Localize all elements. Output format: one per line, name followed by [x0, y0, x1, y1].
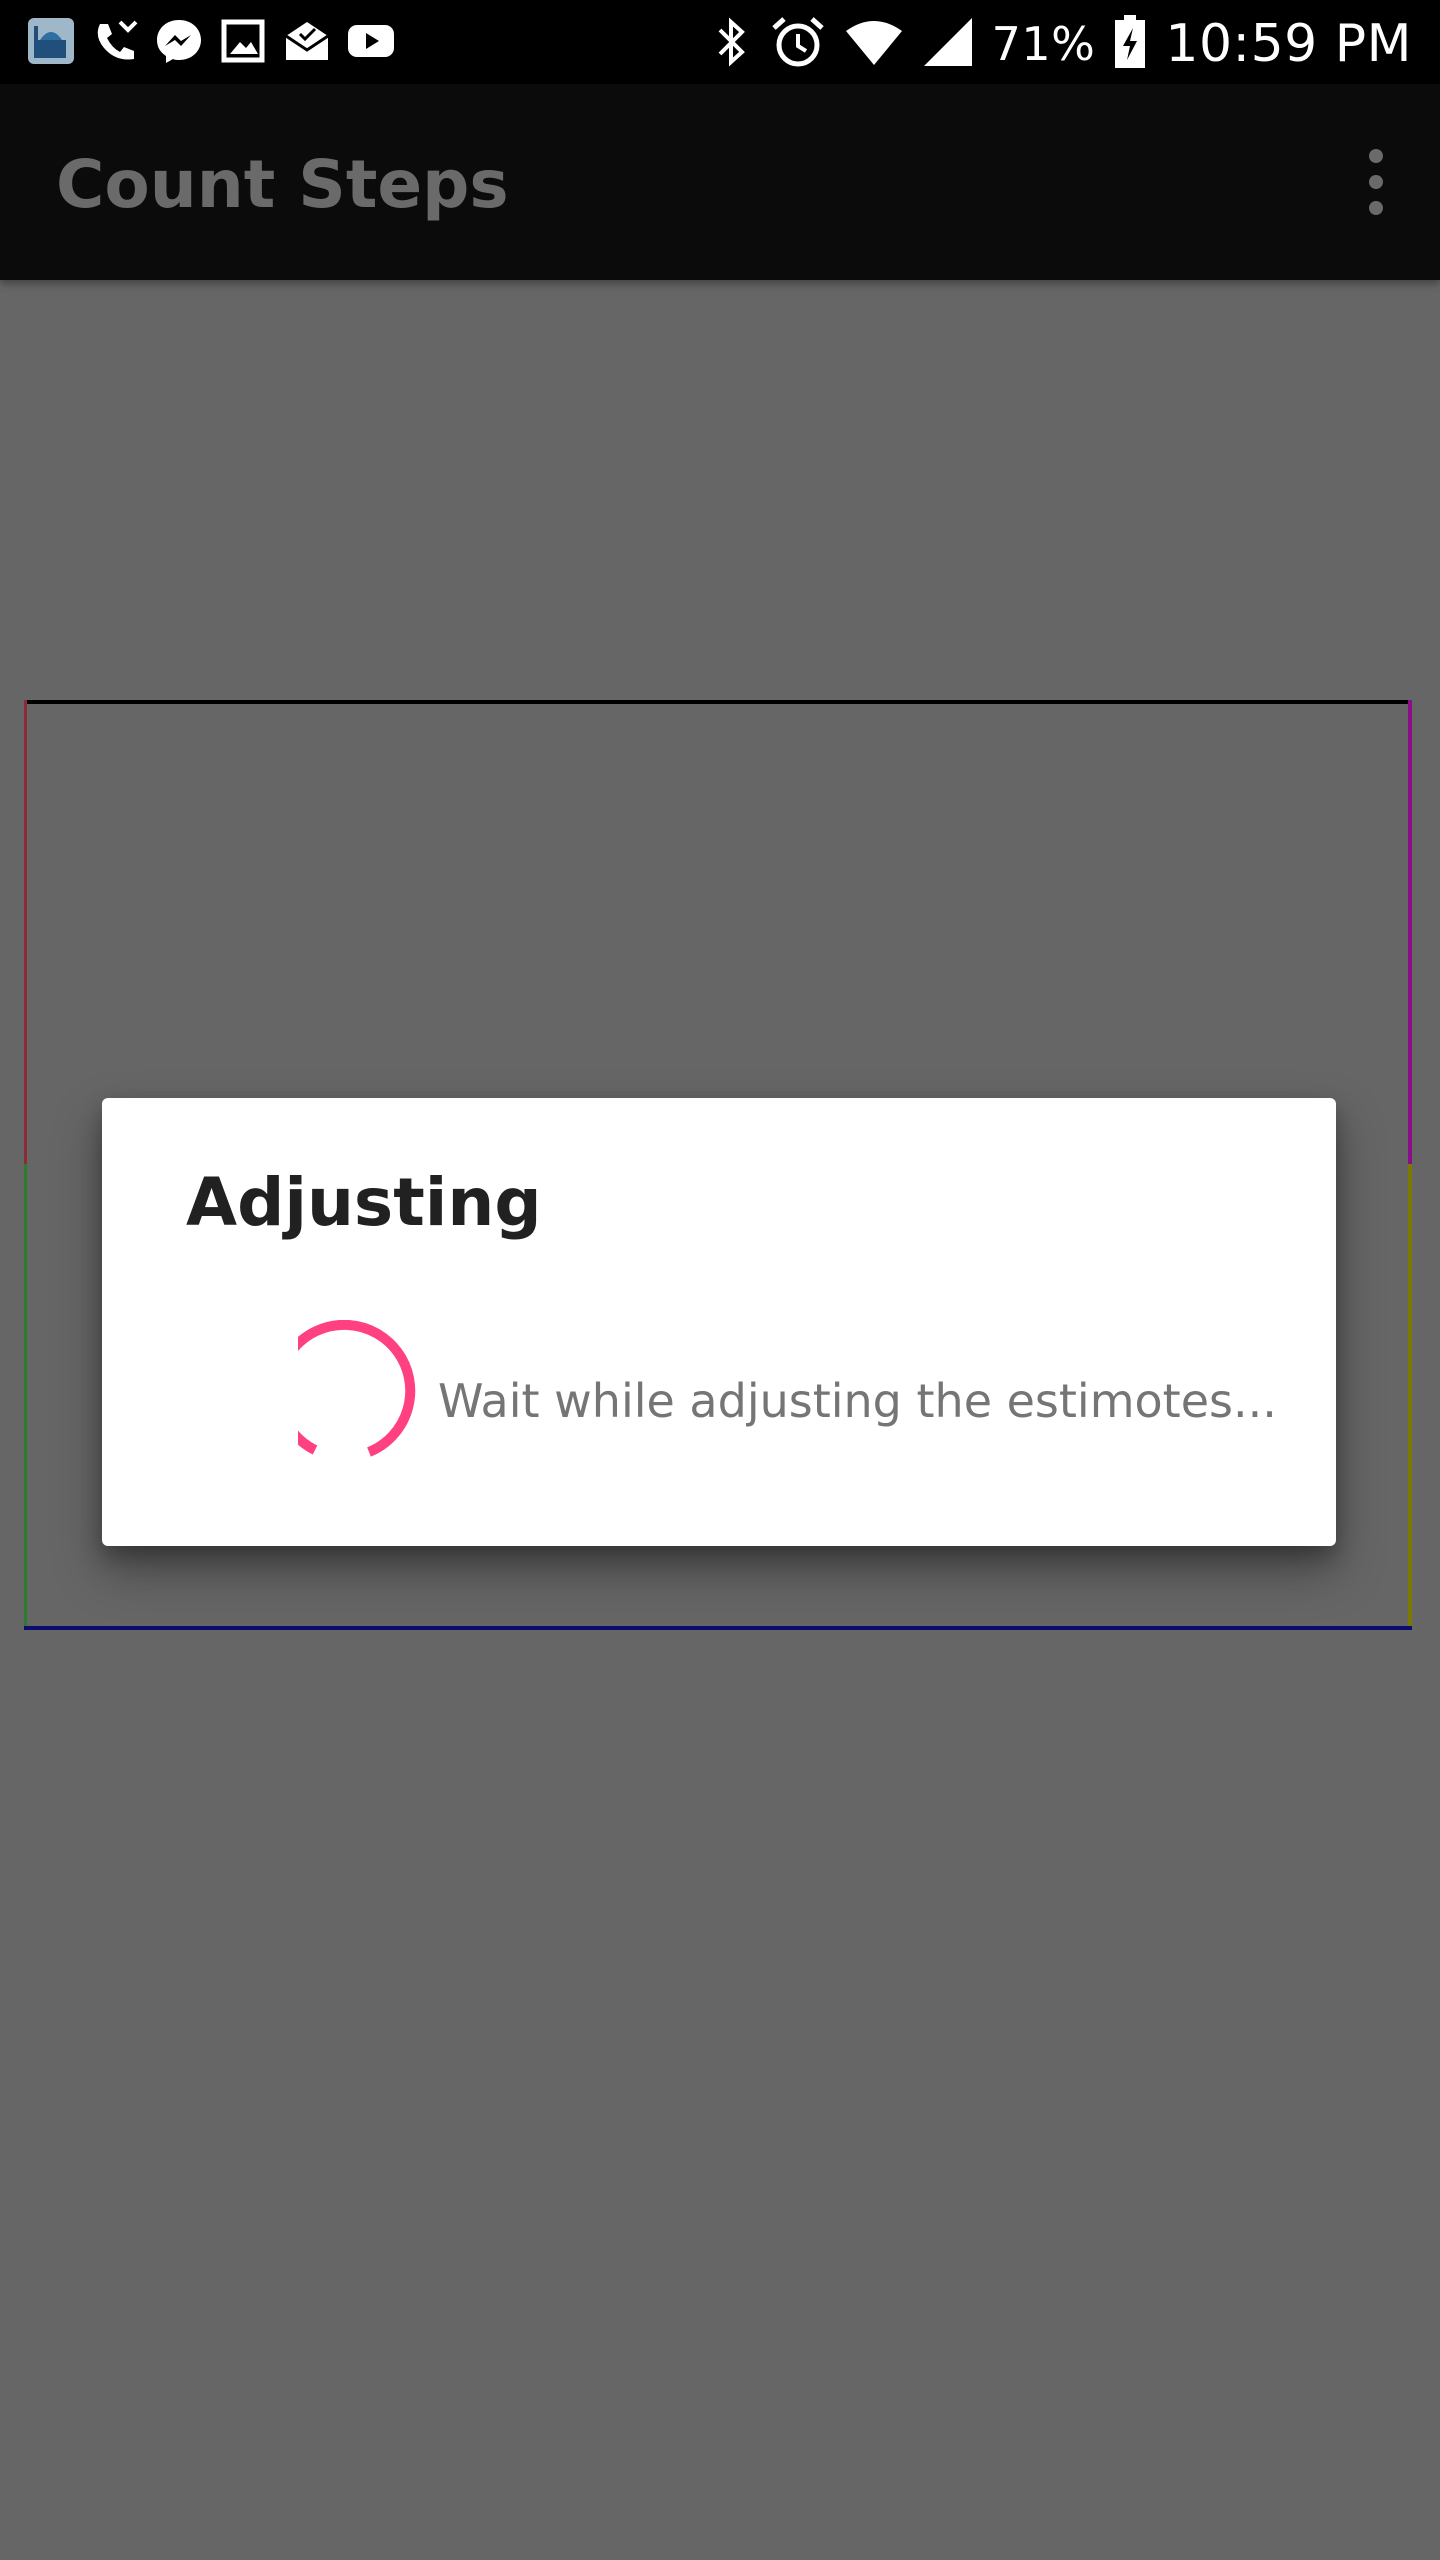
system-status: 71% 10:59 PM [712, 14, 1412, 74]
progress-dialog: Adjusting Wait while adjusting the estim… [102, 1098, 1336, 1546]
messenger-icon [154, 16, 204, 66]
more-vert-icon [1369, 149, 1383, 215]
image-icon [218, 16, 268, 66]
wifi-icon [844, 17, 904, 71]
app-title: Count Steps [56, 146, 509, 223]
dialog-message: Wait while adjusting the estimotes... [438, 1374, 1277, 1428]
clock-time: 10:59 PM [1165, 14, 1412, 74]
app-bar: Count Steps [0, 84, 1440, 280]
frame-left-top-border [24, 700, 27, 1164]
frame-bottom-border [24, 1626, 1412, 1630]
alarm-icon [770, 14, 826, 74]
dialog-title: Adjusting [186, 1164, 542, 1241]
frame-left-bottom-border [24, 1164, 27, 1628]
frame-right-top-border [1408, 700, 1412, 1164]
overflow-menu-button[interactable] [1352, 146, 1400, 218]
battery-percent: 71% [991, 17, 1096, 71]
notification-icons [26, 16, 396, 66]
battery-charging-icon [1113, 14, 1147, 74]
mosque-app-icon [26, 16, 76, 66]
loading-spinner-icon [273, 1319, 458, 1480]
youtube-icon [346, 16, 396, 66]
status-bar: 71% 10:59 PM [0, 0, 1440, 84]
signal-icon [922, 16, 974, 72]
mail-open-icon [282, 16, 332, 66]
bluetooth-icon [712, 16, 752, 72]
frame-top-border [24, 700, 1412, 704]
phone-missed-icon [90, 16, 140, 66]
frame-right-bottom-border [1408, 1164, 1412, 1628]
